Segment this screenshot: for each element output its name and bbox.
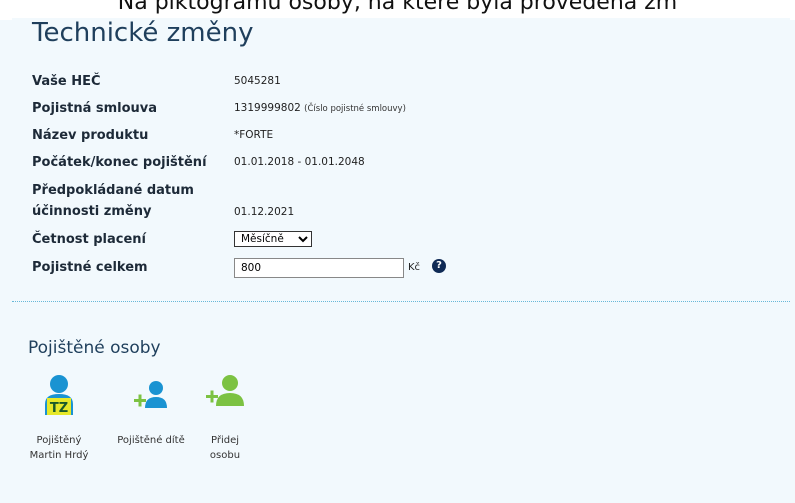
person-label-line1: Pojištěné dítě — [117, 435, 185, 446]
field-value-effective-date: 01.12.2021 — [234, 206, 295, 218]
person-label-line1: Pojištěný — [36, 435, 82, 446]
field-value-period: 01.01.2018 - 01.01.2048 — [234, 156, 365, 168]
field-label-product: Název produktu — [32, 128, 149, 143]
person-label: Pojištěné dítě — [108, 433, 194, 448]
insured-child-button[interactable]: Pojištěné dítě — [108, 374, 194, 448]
section-divider — [12, 301, 790, 302]
insured-person-martin[interactable]: TZ Pojištěný Martin Hrdý — [24, 374, 94, 463]
policy-number: 1319999802 — [234, 102, 301, 114]
field-label-hec: Vaše HEČ — [32, 74, 101, 89]
person-label-line2: Martin Hrdý — [29, 450, 89, 461]
help-icon[interactable]: ? — [432, 259, 446, 273]
tz-badge-text: TZ — [50, 401, 68, 416]
person-label-line2: osobu — [209, 450, 241, 461]
field-label-effective-date-1: Předpokládané datum — [32, 183, 194, 198]
currency-unit: Kč — [408, 262, 421, 273]
page-title: Technické změny — [32, 18, 254, 48]
field-label-period: Počátek/konec pojištění — [32, 155, 207, 170]
add-person-button[interactable]: Přidej osobu — [200, 374, 250, 463]
insured-persons-title: Pojištěné osoby — [28, 338, 161, 358]
add-child-icon — [134, 381, 167, 408]
policy-note: (Číslo pojistné smlouvy) — [304, 104, 406, 114]
person-label-line1: Přidej — [210, 435, 240, 446]
person-label: Pojištěný Martin Hrdý — [24, 433, 94, 463]
payment-frequency-select[interactable]: Měsíčně — [234, 231, 312, 247]
person-tz-icon: TZ — [45, 375, 73, 416]
person-label: Přidej osobu — [200, 433, 250, 463]
add-person-icon — [206, 375, 244, 406]
technical-changes-panel: Technické změny Vaše HEČ 5045281 Pojistn… — [12, 18, 790, 503]
payment-frequency-label: Četnost placení — [32, 232, 147, 247]
field-value-product: *FORTE — [234, 129, 274, 141]
premium-input[interactable] — [234, 258, 404, 278]
field-value-policy: 1319999802 (Číslo pojistné smlouvy) — [234, 102, 406, 114]
top-caption: Na piktogramu osoby, na které byla prove… — [0, 0, 795, 20]
field-label-effective-date-2: účinnosti změny — [32, 204, 152, 219]
field-value-hec: 5045281 — [234, 75, 281, 87]
premium-label: Pojistné celkem — [32, 260, 148, 275]
field-label-policy: Pojistná smlouva — [32, 101, 158, 116]
